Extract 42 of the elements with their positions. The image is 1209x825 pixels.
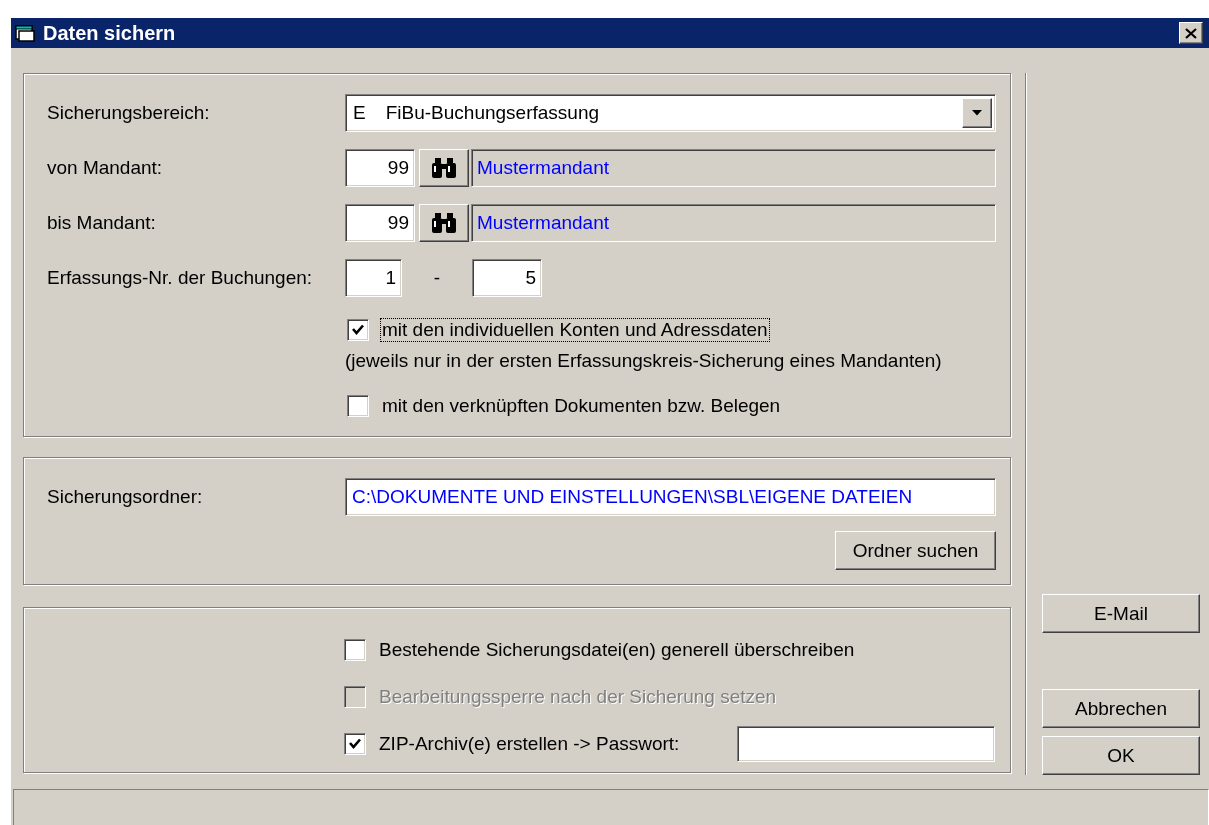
dropdown-button[interactable] (962, 98, 992, 128)
client-name-field: Mustermandant (471, 149, 996, 187)
checkbox[interactable] (344, 733, 366, 755)
checkbox[interactable] (344, 639, 366, 661)
search-button[interactable] (419, 204, 469, 242)
check-icon (348, 737, 362, 751)
dropdown-value: FiBu-Buchungserfassung (385, 102, 601, 124)
checkbox-label[interactable]: mit den verknüpften Dokumenten bzw. Belegen (380, 394, 783, 418)
checkbox-label[interactable]: Bestehende Sicherungsdatei(en) generell überschreiben (377, 638, 857, 662)
cancel-button[interactable]: Abbrechen (1042, 689, 1200, 728)
number-field[interactable]: 99 (345, 204, 415, 242)
dropdown[interactable]: E FiBu-Buchungserfassung (345, 94, 996, 132)
window-icon (15, 23, 37, 43)
hint-text: (jeweils nur in der ersten Erfassungskreis-Sicherung eines Mandanten) (345, 350, 943, 372)
dropdown-code: E (353, 102, 366, 124)
field-label: Sicherungsordner: (47, 486, 204, 508)
binoculars-icon (431, 157, 457, 179)
field-label: Sicherungsbereich: (47, 102, 211, 124)
folder-path-field[interactable]: C:\DOKUMENTE UND EINSTELLUNGEN\SBL\EIGENE DATEIEN (345, 478, 996, 516)
field-label: Erfassungs-Nr. der Buchungen: (47, 267, 314, 289)
number-field[interactable]: 5 (472, 259, 542, 297)
email-button[interactable]: E-Mail (1042, 594, 1200, 633)
close-icon (1185, 27, 1197, 39)
browse-button[interactable]: Ordner suchen (835, 531, 996, 570)
binoculars-icon (431, 212, 457, 234)
field-label: bis Mandant: (47, 212, 157, 234)
range-separator: - (432, 267, 442, 289)
ok-button[interactable]: OK (1042, 736, 1200, 775)
checkbox[interactable] (347, 395, 369, 417)
close-button[interactable] (1179, 22, 1203, 44)
field-label: von Mandant: (47, 157, 164, 179)
search-button[interactable] (419, 149, 469, 187)
client-name-field: Mustermandant (471, 204, 996, 242)
check-icon (351, 323, 365, 337)
checkbox-label[interactable]: ZIP-Archiv(e) erstellen -> Passwort: (377, 732, 682, 756)
checkbox[interactable] (347, 319, 369, 341)
number-field[interactable]: 99 (345, 149, 415, 187)
password-field[interactable] (737, 726, 995, 762)
caret-icon (972, 110, 982, 116)
checkbox-label[interactable]: mit den individuellen Konten und Adressdaten (380, 318, 770, 342)
window-title: Daten sichern (43, 21, 177, 45)
number-field[interactable]: 1 (345, 259, 402, 297)
